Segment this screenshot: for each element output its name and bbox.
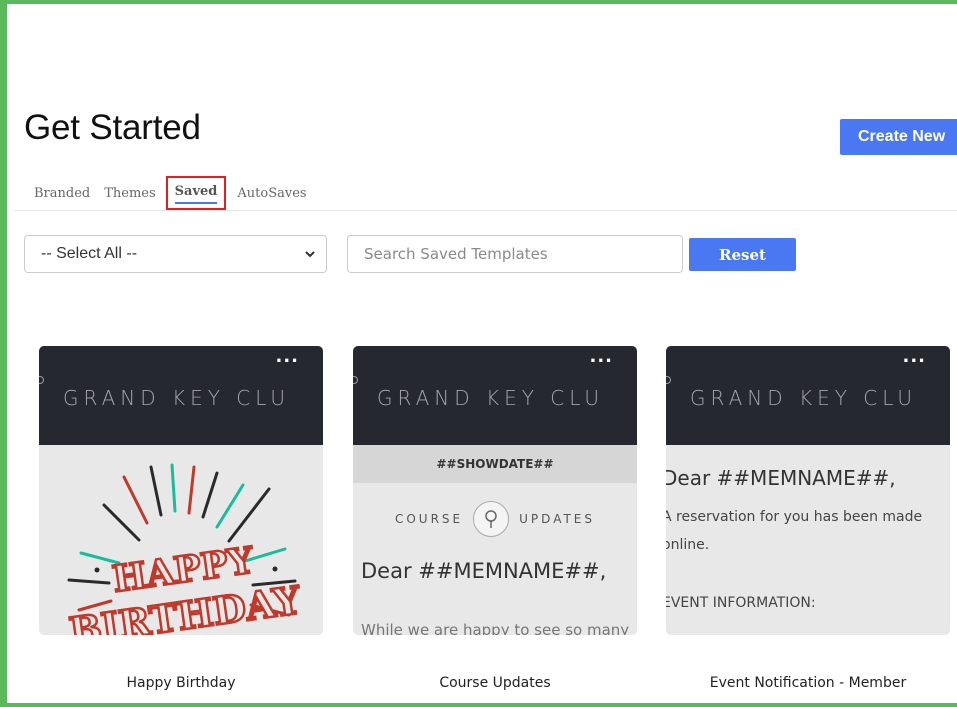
card-brand: GRAND KEY CLU (690, 386, 918, 410)
template-tabs: Branded Themes Saved AutoSaves (34, 176, 321, 210)
card-preview: Dear ##MEMNAME##, A reservation for you … (666, 445, 950, 635)
location-pin-icon (473, 501, 510, 537)
create-new-button[interactable]: Create New (840, 119, 957, 155)
tab-saved[interactable]: Saved (165, 176, 227, 210)
card-preview: HAPPY BIRTHDAY (39, 445, 323, 635)
brand-mark-icon (39, 376, 44, 384)
category-select-value: -- Select All -- (41, 245, 138, 262)
card-header: GRAND KEY CLU ... (666, 346, 950, 445)
brand-mark-icon (353, 376, 358, 384)
birthday-art-image: HAPPY BIRTHDAY (39, 445, 323, 635)
card-preview: ##SHOWDATE## COURSE UPDATES Dear ##MEMNA… (353, 445, 637, 635)
card-menu-button[interactable]: ... (275, 348, 299, 366)
brand-mark-icon (666, 376, 671, 384)
card-brand: GRAND KEY CLU (63, 386, 291, 410)
template-card-event-notification[interactable]: GRAND KEY CLU ... Dear ##MEMNAME##, A re… (666, 346, 950, 635)
card-title[interactable]: Event Notification - Member (666, 675, 950, 691)
tabs-divider (14, 210, 957, 211)
chevron-down-icon (305, 251, 315, 258)
card-title[interactable]: Course Updates (353, 675, 637, 691)
card-header: GRAND KEY CLU ... (39, 346, 323, 445)
course-updates-banner: COURSE UPDATES (353, 499, 637, 539)
reset-button[interactable]: Reset (689, 238, 796, 271)
card-header: GRAND KEY CLU ... (353, 346, 637, 445)
category-select[interactable]: -- Select All -- (24, 235, 327, 273)
tab-autosaves[interactable]: AutoSaves (237, 178, 306, 201)
event-info-heading: EVENT INFORMATION: (666, 595, 816, 611)
tab-branded[interactable]: Branded (34, 178, 90, 201)
course-word: COURSE (394, 512, 464, 526)
tab-themes[interactable]: Themes (104, 178, 155, 201)
showdate-bar: ##SHOWDATE## (353, 445, 637, 483)
card-brand: GRAND KEY CLU (377, 386, 605, 410)
card-title[interactable]: Happy Birthday (39, 675, 323, 691)
body-line: online. (666, 537, 710, 553)
card-menu-button[interactable]: ... (589, 348, 613, 366)
updates-word: UPDATES (519, 512, 595, 526)
body-text: While we are happy to see so many (361, 621, 630, 635)
greeting-text: Dear ##MEMNAME##, (361, 559, 607, 583)
template-card-course-updates[interactable]: GRAND KEY CLU ... ##SHOWDATE## COURSE UP… (353, 346, 637, 635)
search-input[interactable] (347, 235, 683, 273)
template-card-happy-birthday[interactable]: GRAND KEY CLU ... HAPPY BIRTHDAY (39, 346, 323, 635)
body-line: A reservation for you has been made (666, 509, 923, 525)
card-menu-button[interactable]: ... (902, 348, 926, 366)
greeting-text: Dear ##MEMNAME##, (666, 466, 896, 490)
page-title: Get Started (24, 108, 201, 147)
